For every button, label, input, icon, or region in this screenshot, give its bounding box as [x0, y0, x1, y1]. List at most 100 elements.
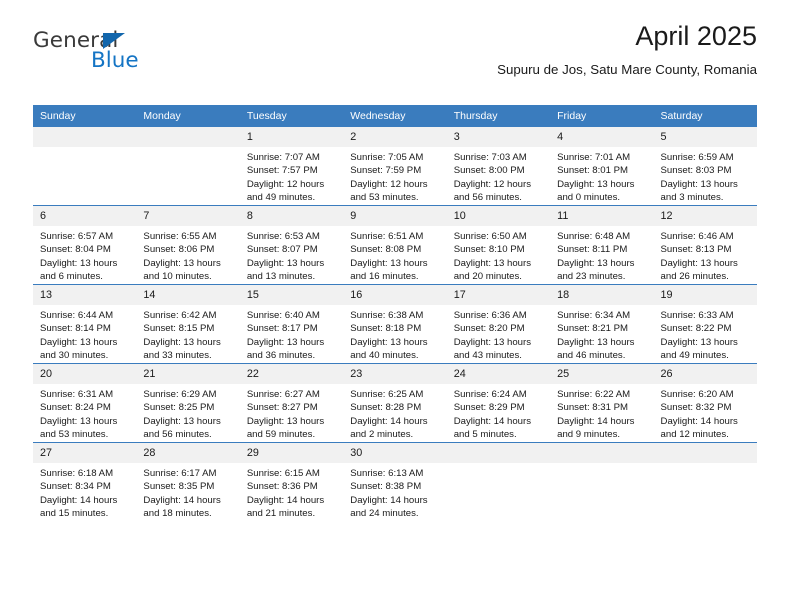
calendar-day-cell[interactable]: 5 Sunrise: 6:59 AM Sunset: 8:03 PM Daylight… [653, 127, 757, 206]
calendar-day-cell[interactable]: 12 Sunrise: 6:46 AM Sunset: 8:13 PM Dayligh… [653, 205, 757, 285]
day-number: 23 [343, 364, 447, 384]
sunset-text: Sunset: 8:04 PM [40, 244, 111, 256]
day-number: 6 [33, 206, 137, 226]
calendar-day-cell[interactable]: 19 Sunrise: 6:33 AM Sunset: 8:22 PM Dayligh… [653, 284, 757, 364]
day-number: 12 [653, 206, 757, 226]
day-sun-info: Sunrise: 6:22 AM Sunset: 8:31 PM Daylight:… [550, 384, 653, 442]
calendar-day-cell[interactable]: 13 Sunrise: 6:44 AM Sunset: 8:14 PM Dayligh… [33, 284, 137, 364]
calendar-cell-empty [33, 127, 137, 206]
calendar-day-cell[interactable]: 30 Sunrise: 6:13 AM Sunset: 8:38 PM Dayligh… [343, 442, 447, 521]
day-sun-info: Sunrise: 6:42 AM Sunset: 8:15 PM Daylight:… [136, 305, 239, 363]
logo-triangle-icon [103, 32, 125, 49]
daylight-text: Daylight: 14 hours and 18 minutes. [143, 494, 221, 520]
calendar-body: 1 Sunrise: 7:07 AM Sunset: 7:57 PM Daylight… [33, 127, 757, 521]
day-number: 18 [550, 285, 654, 305]
daylight-text: Daylight: 13 hours and 13 minutes. [246, 257, 325, 283]
calendar-table: Sunday Monday Tuesday Wednesday Thursday Frid… [33, 105, 757, 521]
day-number: 27 [33, 443, 137, 463]
day-number: 7 [136, 206, 240, 226]
calendar-day-cell[interactable]: 29 Sunrise: 6:15 AM Sunset: 8:36 PM Dayligh… [239, 442, 344, 521]
day-sun-info: Sunrise: 6:46 AM Sunset: 8:13 PM Daylight:… [654, 226, 757, 284]
sunset-text: Sunset: 8:01 PM [557, 165, 629, 177]
day-number: 29 [239, 443, 344, 463]
calendar-day-cell[interactable]: 24 Sunrise: 6:24 AM Sunset: 8:29 PM Dayligh… [446, 363, 551, 443]
daylight-text: Daylight: 13 hours and 43 minutes. [453, 336, 532, 362]
calendar-day-cell[interactable]: 17 Sunrise: 6:36 AM Sunset: 8:20 PM Dayligh… [446, 284, 551, 364]
calendar-day-cell[interactable]: 10 Sunrise: 6:50 AM Sunset: 8:10 PM Dayligh… [446, 205, 551, 285]
calendar-week-row: 1 Sunrise: 7:07 AM Sunset: 7:57 PM Daylight… [33, 127, 757, 206]
daylight-text: Daylight: 12 hours and 49 minutes. [246, 178, 325, 204]
daylight-text: Daylight: 13 hours and 59 minutes. [246, 415, 325, 441]
sunset-text: Sunset: 8:10 PM [453, 244, 525, 256]
sunset-text: Sunset: 8:25 PM [143, 402, 215, 414]
day-number: 8 [239, 206, 344, 226]
sunrise-text: Sunrise: 6:38 AM [350, 310, 424, 321]
sunrise-text: Sunrise: 7:01 AM [557, 152, 631, 163]
calendar-cell-empty [136, 127, 240, 206]
calendar-week-row: 27 Sunrise: 6:18 AM Sunset: 8:34 PM Dayligh… [33, 442, 757, 521]
sunrise-text: Sunrise: 6:42 AM [143, 310, 217, 321]
calendar-day-cell[interactable]: 27 Sunrise: 6:18 AM Sunset: 8:34 PM Dayligh… [33, 442, 137, 521]
calendar-day-cell[interactable]: 8 Sunrise: 6:53 AM Sunset: 8:07 PM Daylight… [239, 205, 344, 285]
sunset-text: Sunset: 8:27 PM [246, 402, 318, 414]
day-sun-info: Sunrise: 6:31 AM Sunset: 8:24 PM Daylight:… [33, 384, 136, 442]
day-sun-info: Sunrise: 6:57 AM Sunset: 8:04 PM Daylight:… [33, 226, 136, 284]
calendar-day-cell[interactable]: 9 Sunrise: 6:51 AM Sunset: 8:08 PM Daylight… [343, 205, 447, 285]
day-sun-info: Sunrise: 7:01 AM Sunset: 8:01 PM Daylight:… [550, 147, 653, 205]
calendar-day-cell[interactable]: 14 Sunrise: 6:42 AM Sunset: 8:15 PM Dayligh… [136, 284, 240, 364]
sunrise-text: Sunrise: 6:50 AM [453, 231, 527, 242]
weekday-header-friday: Friday [550, 105, 654, 127]
calendar-day-cell[interactable]: 1 Sunrise: 7:07 AM Sunset: 7:57 PM Daylight… [239, 127, 344, 206]
sunrise-text: Sunrise: 6:25 AM [350, 389, 424, 400]
calendar-week-row: 6 Sunrise: 6:57 AM Sunset: 8:04 PM Daylight… [33, 205, 757, 285]
calendar-day-cell[interactable]: 18 Sunrise: 6:34 AM Sunset: 8:21 PM Dayligh… [550, 284, 654, 364]
daylight-text: Daylight: 13 hours and 56 minutes. [143, 415, 221, 441]
calendar-day-cell[interactable]: 11 Sunrise: 6:48 AM Sunset: 8:11 PM Dayligh… [550, 205, 654, 285]
calendar-day-cell[interactable]: 16 Sunrise: 6:38 AM Sunset: 8:18 PM Dayligh… [343, 284, 447, 364]
day-sun-info: Sunrise: 6:59 AM Sunset: 8:03 PM Daylight:… [654, 147, 757, 205]
calendar-week-row: 13 Sunrise: 6:44 AM Sunset: 8:14 PM Dayligh… [33, 284, 757, 364]
daylight-text: Daylight: 13 hours and 16 minutes. [350, 257, 428, 283]
calendar-day-cell[interactable]: 25 Sunrise: 6:22 AM Sunset: 8:31 PM Dayligh… [550, 363, 654, 443]
day-number: 19 [653, 285, 757, 305]
calendar-page: General Blue April 2025 Supuru de Jos, S… [0, 0, 792, 612]
daylight-text: Daylight: 13 hours and 23 minutes. [557, 257, 635, 283]
day-sun-info: Sunrise: 6:40 AM Sunset: 8:17 PM Daylight:… [240, 305, 343, 363]
calendar-day-cell[interactable]: 23 Sunrise: 6:25 AM Sunset: 8:28 PM Dayligh… [343, 363, 447, 443]
calendar-day-cell[interactable]: 21 Sunrise: 6:29 AM Sunset: 8:25 PM Dayligh… [136, 363, 240, 443]
sunrise-text: Sunrise: 6:18 AM [40, 468, 114, 479]
sunset-text: Sunset: 8:18 PM [350, 323, 422, 335]
sunrise-text: Sunrise: 6:27 AM [246, 389, 320, 400]
day-sun-info: Sunrise: 6:17 AM Sunset: 8:35 PM Daylight:… [136, 463, 239, 521]
calendar-day-cell[interactable]: 28 Sunrise: 6:17 AM Sunset: 8:35 PM Dayligh… [136, 442, 240, 521]
day-sun-info: Sunrise: 6:48 AM Sunset: 8:11 PM Daylight:… [550, 226, 653, 284]
calendar-cell-empty [550, 442, 654, 521]
calendar-day-cell[interactable]: 20 Sunrise: 6:31 AM Sunset: 8:24 PM Dayligh… [33, 363, 137, 443]
sunrise-text: Sunrise: 6:31 AM [40, 389, 114, 400]
sunset-text: Sunset: 8:07 PM [246, 244, 318, 256]
calendar-day-cell[interactable]: 2 Sunrise: 7:05 AM Sunset: 7:59 PM Daylight… [343, 127, 447, 206]
sunset-text: Sunset: 8:08 PM [350, 244, 422, 256]
day-number: 11 [550, 206, 654, 226]
calendar-day-cell[interactable]: 3 Sunrise: 7:03 AM Sunset: 8:00 PM Daylight… [446, 127, 551, 206]
sunset-text: Sunset: 8:28 PM [350, 402, 422, 414]
day-number [446, 443, 551, 463]
day-number [550, 443, 654, 463]
day-number: 15 [239, 285, 344, 305]
day-number: 9 [343, 206, 447, 226]
sunrise-text: Sunrise: 6:22 AM [557, 389, 631, 400]
sunset-text: Sunset: 8:32 PM [660, 402, 732, 414]
calendar-day-cell[interactable]: 6 Sunrise: 6:57 AM Sunset: 8:04 PM Daylight… [33, 205, 137, 285]
calendar-day-cell[interactable]: 7 Sunrise: 6:55 AM Sunset: 8:06 PM Daylight… [136, 205, 240, 285]
daylight-text: Daylight: 13 hours and 0 minutes. [557, 178, 635, 204]
sunrise-text: Sunrise: 6:34 AM [557, 310, 631, 321]
day-number: 1 [239, 127, 344, 147]
calendar-day-cell[interactable]: 15 Sunrise: 6:40 AM Sunset: 8:17 PM Dayligh… [239, 284, 344, 364]
sunset-text: Sunset: 8:22 PM [660, 323, 732, 335]
calendar-day-cell[interactable]: 4 Sunrise: 7:01 AM Sunset: 8:01 PM Daylight… [550, 127, 654, 206]
calendar-day-cell[interactable]: 22 Sunrise: 6:27 AM Sunset: 8:27 PM Dayligh… [239, 363, 344, 443]
day-sun-info: Sunrise: 6:50 AM Sunset: 8:10 PM Daylight:… [447, 226, 550, 284]
day-number: 3 [446, 127, 551, 147]
sunset-text: Sunset: 8:11 PM [557, 244, 628, 256]
calendar-day-cell[interactable]: 26 Sunrise: 6:20 AM Sunset: 8:32 PM Dayligh… [653, 363, 757, 443]
